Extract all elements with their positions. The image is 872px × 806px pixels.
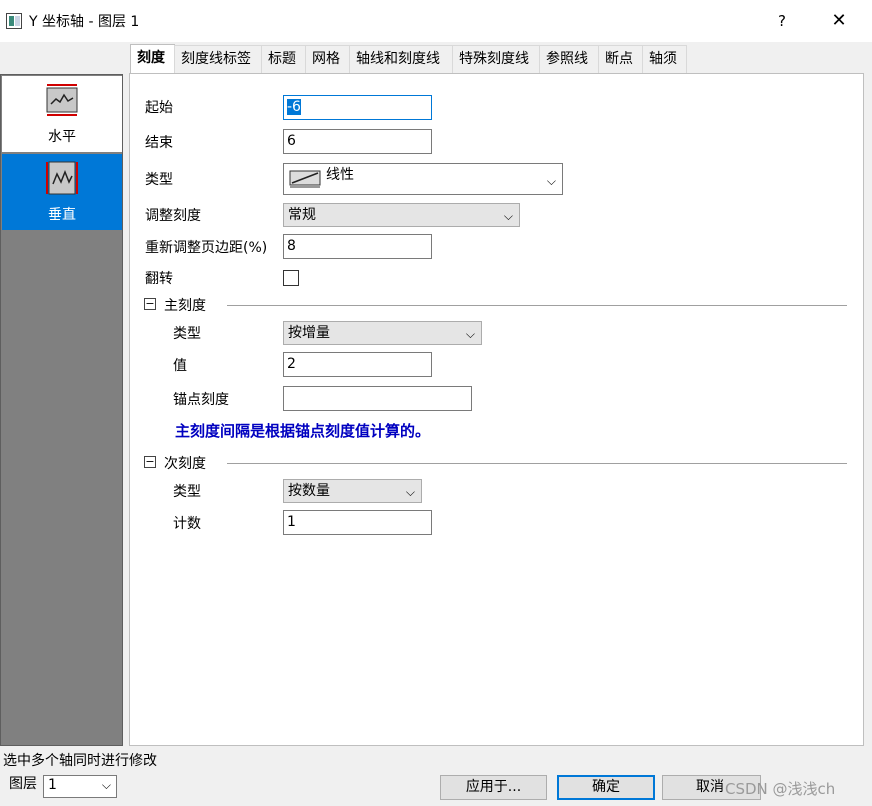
major-type-label: 类型 xyxy=(173,326,201,342)
sidebar-item-label: 水平 xyxy=(48,129,76,145)
scale-type-select[interactable]: 线性 ⌵ xyxy=(283,163,563,195)
linear-scale-icon xyxy=(289,170,321,188)
tab-axis-rug[interactable]: 轴须 xyxy=(642,45,687,73)
window-title: Y 坐标轴 - 图层 1 xyxy=(29,14,140,30)
minor-ticks-section: − 次刻度 xyxy=(144,454,854,472)
minor-count-label: 计数 xyxy=(173,516,201,532)
sidebar-item-vertical[interactable]: 垂直 xyxy=(2,154,122,230)
major-ticks-note: 主刻度间隔是根据锚点刻度值计算的。 xyxy=(175,422,431,440)
ok-button[interactable]: 确定 xyxy=(557,775,655,800)
horizontal-axis-icon xyxy=(46,84,78,116)
scale-type-value: 线性 xyxy=(326,167,354,183)
layer-value: 1 xyxy=(48,777,57,793)
title-bar: Y 坐标轴 - 图层 1 ? ✕ xyxy=(0,0,872,42)
type-label: 类型 xyxy=(145,172,173,188)
chevron-down-icon: ⌵ xyxy=(546,174,556,188)
app-icon xyxy=(6,13,22,29)
collapse-icon[interactable]: − xyxy=(144,298,156,310)
tab-special-ticks[interactable]: 特殊刻度线 xyxy=(452,45,540,73)
chevron-down-icon: ⌵ xyxy=(465,327,475,341)
layer-select[interactable]: 1 ⌵ xyxy=(43,775,117,798)
rescale-label: 调整刻度 xyxy=(145,208,201,224)
section-divider xyxy=(227,463,847,464)
minor-type-label: 类型 xyxy=(173,484,201,500)
layer-label: 图层 xyxy=(9,776,37,792)
tab-tick-labels[interactable]: 刻度线标签 xyxy=(174,45,262,73)
minor-type-value: 按数量 xyxy=(288,483,330,499)
sidebar-item-horizontal[interactable]: 水平 xyxy=(2,76,122,152)
rescale-margin-label: 重新调整页边距(%) xyxy=(145,240,268,256)
start-input[interactable]: -6 xyxy=(283,95,432,120)
major-type-value: 按增量 xyxy=(288,325,330,341)
rescale-margin-input[interactable]: 8 xyxy=(283,234,432,259)
vertical-axis-icon xyxy=(46,161,78,195)
major-ticks-section: − 主刻度 xyxy=(144,296,854,314)
tab-breaks[interactable]: 断点 xyxy=(598,45,643,73)
tab-line-and-ticks[interactable]: 轴线和刻度线 xyxy=(349,45,453,73)
reverse-checkbox[interactable] xyxy=(283,270,299,286)
minor-count-input[interactable]: 1 xyxy=(283,510,432,535)
tab-reference-lines[interactable]: 参照线 xyxy=(539,45,599,73)
minor-ticks-title: 次刻度 xyxy=(164,456,206,472)
rescale-value: 常规 xyxy=(288,207,316,223)
rescale-select[interactable]: 常规 ⌵ xyxy=(283,203,520,227)
major-value-input[interactable]: 2 xyxy=(283,352,432,377)
chevron-down-icon: ⌵ xyxy=(405,485,415,499)
anchor-tick-input[interactable] xyxy=(283,386,472,411)
watermark: CSDN @浅浅ch xyxy=(725,780,836,798)
axis-selector-panel: 水平 垂直 xyxy=(0,74,123,746)
anchor-tick-label: 锚点刻度 xyxy=(173,392,229,408)
tab-grid[interactable]: 网格 xyxy=(305,45,350,73)
tab-title[interactable]: 标题 xyxy=(261,45,306,73)
status-text: 选中多个轴同时进行修改 xyxy=(3,753,157,769)
major-value-label: 值 xyxy=(173,358,187,374)
close-button[interactable]: ✕ xyxy=(822,6,856,36)
end-label: 结束 xyxy=(145,135,173,151)
sidebar-item-label: 垂直 xyxy=(48,207,76,223)
reverse-label: 翻转 xyxy=(145,271,173,287)
major-type-select[interactable]: 按增量 ⌵ xyxy=(283,321,482,345)
chevron-down-icon: ⌵ xyxy=(101,778,111,792)
start-label: 起始 xyxy=(145,100,173,116)
apply-to-button[interactable]: 应用于... xyxy=(440,775,547,800)
scale-tab-panel: 起始 -6 结束 6 类型 线性 ⌵ 调整刻度 常规 ⌵ 重新调整页边距(%) … xyxy=(129,73,864,746)
help-button[interactable]: ? xyxy=(770,6,794,36)
start-value: -6 xyxy=(287,99,301,115)
end-input[interactable]: 6 xyxy=(283,129,432,154)
major-ticks-title: 主刻度 xyxy=(164,298,206,314)
collapse-icon[interactable]: − xyxy=(144,456,156,468)
tab-scale[interactable]: 刻度 xyxy=(130,44,175,74)
section-divider xyxy=(227,305,847,306)
chevron-down-icon: ⌵ xyxy=(503,209,513,223)
minor-type-select[interactable]: 按数量 ⌵ xyxy=(283,479,422,503)
